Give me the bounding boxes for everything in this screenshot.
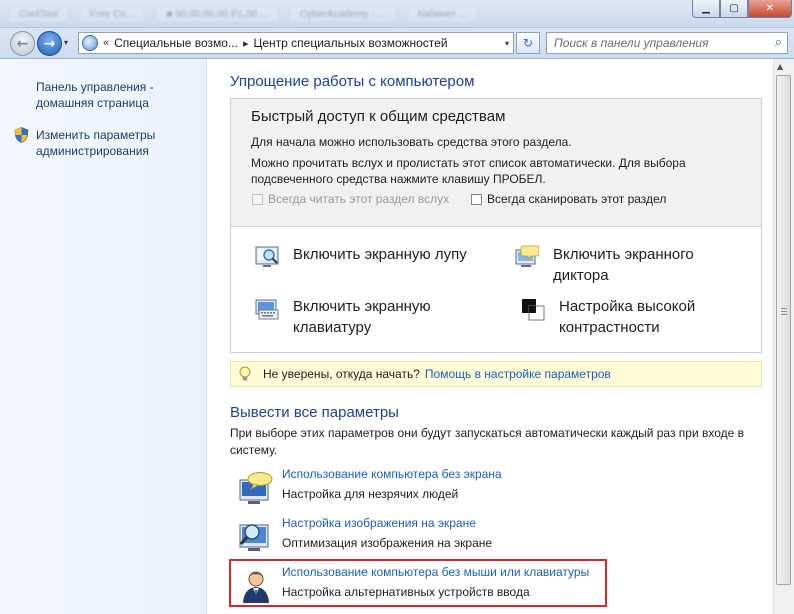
search-icon[interactable]: ⌕ [775,35,782,50]
sidebar-link-label: Панель управления - [36,80,154,94]
magnifier-icon [255,246,279,267]
main-content: Упрощение работы с компьютером Быстрый д… [208,59,773,614]
help-settings-link[interactable]: Помощь в настройке параметров [425,367,611,381]
start-narrator-label-line2: диктора [553,267,609,284]
minimize-button[interactable]: ▁ [692,0,720,18]
breadcrumb-accessibility[interactable]: Специальные возмо... [114,36,238,50]
quick-access-intro: Для начала можно использовать средства э… [251,135,572,149]
background-taskbar-tabs: CoolTool Free Co... ■ 90,00,00,00 P1,00 … [8,6,478,23]
always-read-checkbox[interactable] [252,193,263,205]
breadcrumb-separator-icon[interactable]: ▸ [243,37,249,50]
sidebar-link-change-admin-settings[interactable]: Изменить параметры администрирования [36,127,155,159]
on-screen-keyboard-icon [255,299,279,320]
quick-access-hint-line1: Можно прочитать вслух и пролистать этот … [251,156,686,170]
narrator-icon [515,245,539,267]
breadcrumb-overflow[interactable]: « [103,37,109,49]
quick-access-panel: Быстрый доступ к общим средствам Для нач… [230,98,762,353]
grip-line [781,308,787,309]
address-dropdown-icon[interactable]: ▾ [505,39,509,48]
high-contrast-label-line1: Настройка высокой [559,298,696,315]
start-osk-label-line1: Включить экранную [293,298,431,315]
high-contrast-button[interactable]: Настройка высокой контрастности [521,296,695,338]
start-narrator-button[interactable]: Включить экранного диктора [515,244,694,286]
start-magnifier-label: Включить экранную лупу [293,246,467,263]
ghost-tab: CoolTool [8,6,69,23]
start-narrator-label-line1: Включить экранного [553,246,694,263]
ghost-tab: CyberAcademy - ... [289,6,397,23]
quick-access-title: Быстрый доступ к общим средствам [251,108,506,125]
option-without-display-desc: Настройка для незрячих людей [282,487,459,501]
window-controls: ▁ ▢ ✕ [692,0,792,18]
grip-line [781,311,787,312]
address-bar[interactable]: « Специальные возмо... ▸ Центр специальн… [78,32,514,54]
lightbulb-icon [239,366,251,381]
always-read-checkbox-row: Всегда читать этот раздел вслух [252,192,449,206]
address-toolbar: ← → ▾ « Специальные возмо... ▸ Центр спе… [0,28,794,59]
breadcrumb-ease-of-access-center[interactable]: Центр специальных возможностей [253,36,447,50]
sidebar-link-label: администрирования [36,144,149,158]
sidebar: Панель управления - домашняя страница Из… [0,59,207,614]
option-display-settings-desc: Оптимизация изображения на экране [282,536,493,550]
scroll-thumb[interactable] [776,75,791,585]
high-contrast-label-line2: контрастности [559,319,660,336]
always-scan-label[interactable]: Всегда сканировать этот раздел [487,192,666,206]
speech-monitor-icon [239,472,273,504]
start-magnifier-button[interactable]: Включить экранную лупу [255,244,467,269]
scroll-up-arrow-icon[interactable]: ▲ [777,62,783,71]
ghost-tab: Free Co... [78,6,146,23]
search-input[interactable] [547,33,757,53]
all-settings-description: При выборе этих параметров они будут зап… [230,426,745,457]
always-scan-checkbox[interactable] [471,193,482,205]
display-magnifier-icon [239,524,269,551]
option-without-display[interactable]: Использование компьютера без экрана Наст… [238,467,502,511]
control-panel-icon [82,35,98,51]
refresh-button[interactable]: ↻ [516,32,540,54]
close-button[interactable]: ✕ [748,0,792,18]
vertical-scrollbar[interactable]: ▲ [773,59,794,614]
sidebar-link-label: домашняя страница [36,96,149,110]
sidebar-link-label: Изменить параметры [36,128,156,142]
recent-pages-dropdown-icon[interactable]: ▾ [64,38,68,47]
back-button[interactable]: ← [10,31,35,56]
quick-access-header: Быстрый доступ к общим средствам Для нач… [231,99,761,227]
grip-line [781,314,787,315]
highlight-frame [229,559,607,607]
start-osk-label-line2: клавиатуру [293,319,372,336]
always-read-label: Всегда читать этот раздел вслух [268,192,450,206]
forward-button[interactable]: → [37,31,62,56]
option-display-settings-link[interactable]: Настройка изображения на экране [282,516,476,530]
always-scan-checkbox-row: Всегда сканировать этот раздел [471,192,666,206]
ghost-tab: Кабинет ... [406,6,478,23]
uac-shield-icon [14,127,29,143]
search-box: ⌕ [546,32,788,54]
tip-text: Не уверены, откуда начать? [263,367,420,381]
window-titlebar: CoolTool Free Co... ■ 90,00,00,00 P1,00 … [0,0,794,28]
option-without-display-link[interactable]: Использование компьютера без экрана [282,467,502,481]
sidebar-link-control-panel-home[interactable]: Панель управления - домашняя страница [36,79,154,111]
help-tip-bar: Не уверены, откуда начать? Помощь в наст… [230,361,762,387]
page-title: Упрощение работы с компьютером [230,73,475,90]
high-contrast-icon [522,299,545,321]
quick-access-hint-line2: подсвеченного средства нажмите клавишу П… [251,172,546,186]
ghost-tab: ■ 90,00,00,00 P1,00 ... [155,6,280,23]
option-display-settings[interactable]: Настройка изображения на экране Оптимиза… [238,516,492,560]
start-on-screen-keyboard-button[interactable]: Включить экранную клавиатуру [255,296,431,338]
maximize-button[interactable]: ▢ [720,0,748,18]
all-settings-heading: Вывести все параметры [230,404,399,421]
